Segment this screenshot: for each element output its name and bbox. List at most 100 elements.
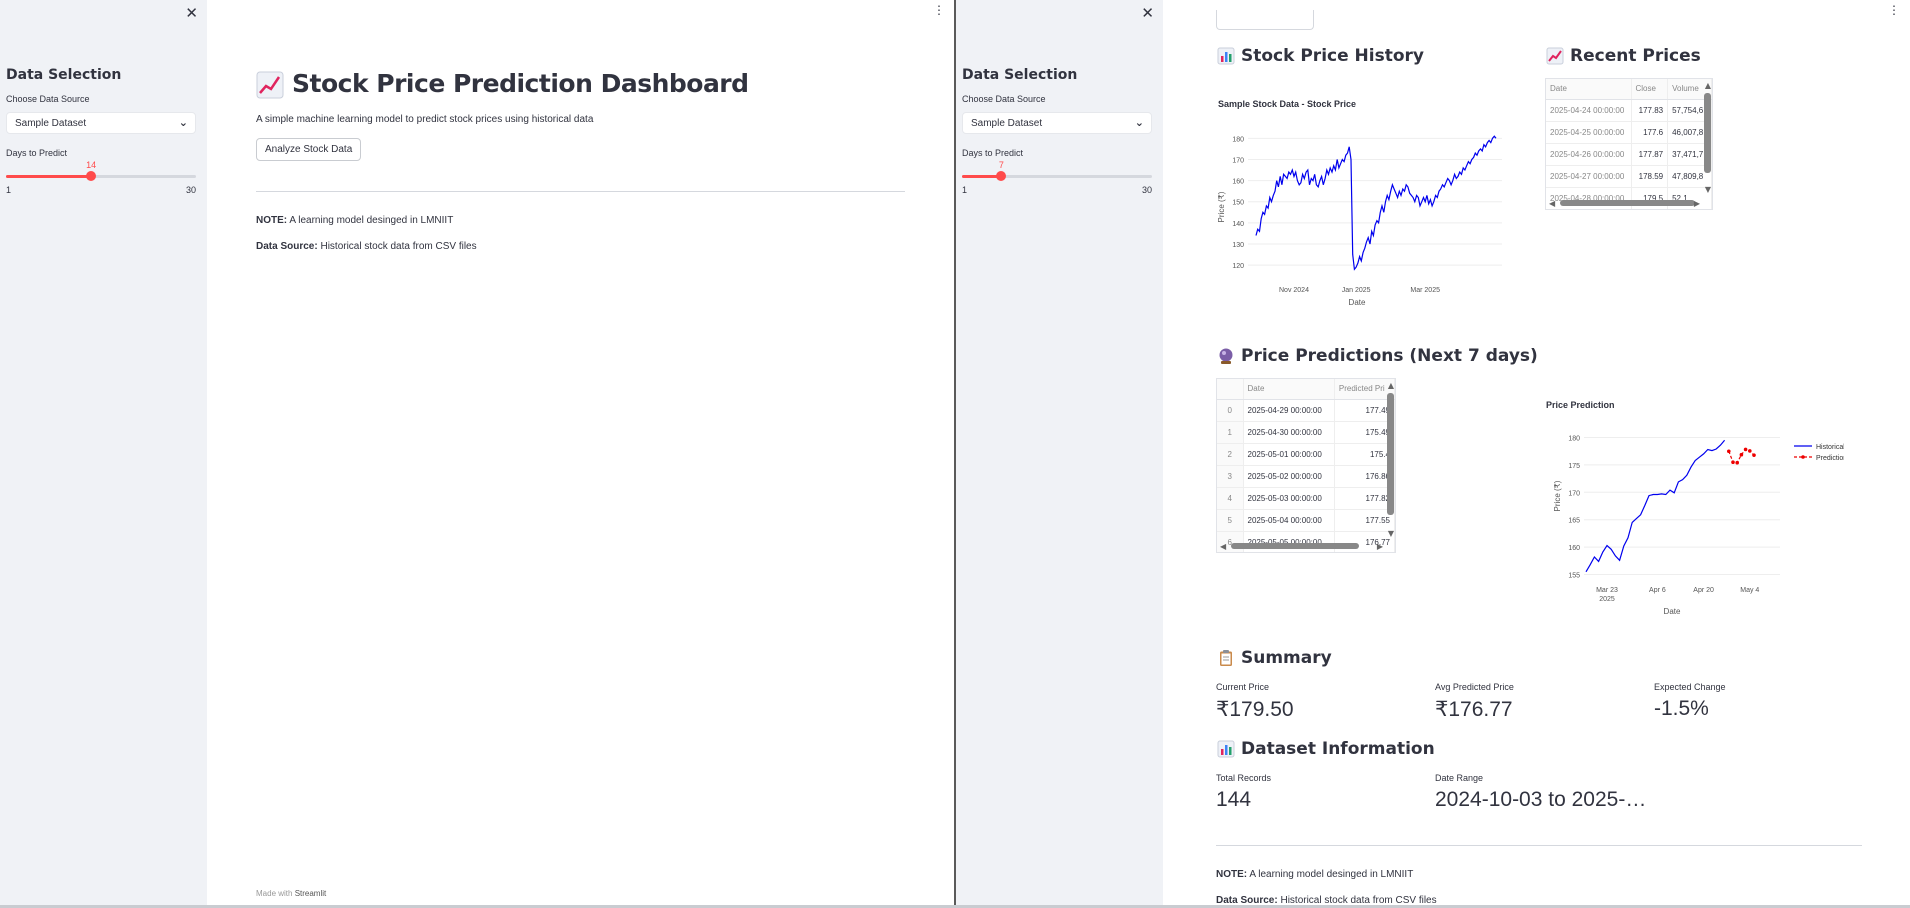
days-slider[interactable]: 14 — [6, 160, 196, 181]
table-cell: 176.86 — [1334, 465, 1395, 488]
crystal-ball-icon — [1219, 348, 1233, 364]
table-row[interactable]: 6 2025-05-05 00:00:00 176.77 — [1217, 531, 1395, 552]
data-source-text: Data Source: Historical stock data from … — [256, 241, 477, 252]
heading-text: Summary — [1241, 648, 1332, 668]
recent-prices-table[interactable]: Date Close Volume 2025-04-24 00:00:00 177.83… — [1545, 78, 1713, 210]
main-menu-icon[interactable]: ⋮ — [933, 3, 945, 17]
y-tick-label: 165 — [1568, 518, 1580, 525]
scroll-left-icon[interactable]: ◀ — [1220, 542, 1226, 551]
column-header[interactable]: Predicted Pri — [1334, 379, 1395, 400]
column-header[interactable]: Date — [1243, 379, 1335, 400]
scroll-left-icon[interactable]: ◀ — [1549, 199, 1555, 208]
table-row[interactable]: 2025-04-26 00:00:00 177.87 37,471,7 — [1546, 143, 1712, 166]
divider — [256, 191, 905, 192]
table-cell: 3 — [1217, 465, 1244, 488]
data-source-label: Choose Data Source — [962, 94, 1046, 104]
prediction-point — [1731, 460, 1735, 465]
table-cell: 177.49 — [1334, 399, 1395, 422]
days-slider[interactable]: 7 — [962, 160, 1152, 181]
y-tick-label: 150 — [1232, 200, 1244, 207]
scroll-right-icon[interactable]: ▶ — [1694, 199, 1700, 208]
table-cell: 2 — [1217, 443, 1244, 466]
y-tick-label: 155 — [1568, 573, 1580, 580]
scroll-up-icon[interactable]: ▲ — [1705, 81, 1711, 90]
close-sidebar-icon[interactable]: ✕ — [1141, 4, 1154, 22]
table-cell: 177.55 — [1334, 509, 1395, 532]
table-cell: 2025-04-30 00:00:00 — [1243, 421, 1335, 444]
table-cell: 2025-04-26 00:00:00 — [1546, 143, 1632, 166]
total-records-value: 144 — [1216, 788, 1252, 811]
data-source-select[interactable]: Sample Dataset ⌄ — [962, 112, 1152, 134]
scroll-down-icon[interactable]: ▼ — [1388, 529, 1394, 538]
table-cell: 2025-04-24 00:00:00 — [1546, 99, 1632, 122]
column-header[interactable] — [1217, 379, 1244, 400]
slider-min-label: 1 — [962, 185, 968, 195]
table-row[interactable]: 2025-04-27 00:00:00 178.59 47,809,8 — [1546, 165, 1712, 188]
summary-heading: Summary — [1217, 648, 1332, 668]
expected-change-value: -1.5% — [1654, 697, 1709, 720]
scroll-right-icon[interactable]: ▶ — [1377, 542, 1383, 551]
x-tick-label: May 4 — [1740, 587, 1759, 594]
table-row[interactable]: 5 2025-05-04 00:00:00 177.55 — [1217, 509, 1395, 532]
data-source-select[interactable]: Sample Dataset ⌄ — [6, 112, 196, 134]
slider-fill — [6, 175, 92, 178]
dataset-information-heading: Dataset Information — [1217, 739, 1435, 759]
table-cell: 2025-05-05 00:00:00 — [1243, 531, 1335, 552]
note-text: NOTE: A learning model desinged in LMNII… — [256, 215, 453, 226]
prediction-point — [1743, 447, 1748, 452]
table-row[interactable]: 3 2025-05-02 00:00:00 176.86 — [1217, 465, 1395, 488]
y-tick-label: 160 — [1568, 545, 1580, 552]
y-tick-label: 130 — [1232, 242, 1244, 249]
sidebar: ✕ Data Selection Choose Data Source Samp… — [0, 0, 207, 908]
prediction-point — [1727, 449, 1731, 454]
horizontal-scrollbar[interactable] — [1231, 543, 1359, 549]
x-tick-label: Nov 2024 — [1279, 287, 1309, 294]
slider-thumb[interactable] — [996, 171, 1007, 181]
y-tick-label: 160 — [1232, 179, 1244, 186]
table-cell: 2025-05-04 00:00:00 — [1243, 509, 1335, 532]
heading-text: Dataset Information — [1241, 739, 1435, 759]
scroll-up-icon[interactable]: ▲ — [1388, 381, 1394, 390]
page-title-text: Stock Price Prediction Dashboard — [292, 69, 749, 98]
vertical-scrollbar[interactable] — [1387, 393, 1394, 515]
slider-thumb[interactable] — [86, 171, 97, 181]
main-menu-icon[interactable]: ⋮ — [1888, 3, 1900, 17]
legend-historical-label: Historical — [1816, 444, 1844, 451]
table-row[interactable]: 2025-04-25 00:00:00 177.6 46,007,8 — [1546, 121, 1712, 144]
current-price-value: ₹179.50 — [1216, 698, 1294, 721]
table-row[interactable]: 4 2025-05-03 00:00:00 177.82 — [1217, 487, 1395, 510]
bar-chart-icon — [1217, 740, 1235, 758]
table-row[interactable]: 0 2025-04-29 00:00:00 177.49 — [1217, 399, 1395, 422]
price-predictions-heading: Price Predictions (Next 7 days) — [1217, 346, 1538, 366]
x-axis-label: Date — [1664, 607, 1681, 616]
table-cell: 2025-05-03 00:00:00 — [1243, 487, 1335, 510]
price-predictions-table[interactable]: Date Predicted Pri 0 2025-04-29 00:00:00 177… — [1216, 378, 1396, 553]
table-cell: 177.82 — [1334, 487, 1395, 510]
column-header[interactable]: Date — [1546, 79, 1632, 100]
note-text: NOTE: A learning model desinged in LMNII… — [1216, 869, 1413, 880]
table-row[interactable]: 2025-04-24 00:00:00 177.83 57,754,6 — [1546, 99, 1712, 122]
sidebar-title: Data Selection — [6, 67, 122, 83]
price-prediction-chart[interactable]: 155 160 165 170 175 180 Mar 23 2025 Apr 6 Apr 20 M… — [1544, 428, 1844, 620]
table-row[interactable]: 1 2025-04-30 00:00:00 175.49 — [1217, 421, 1395, 444]
stock-price-history-chart[interactable]: 120 130 140 150 160 170 180 Nov 2024 Jan 2025 Mar… — [1216, 128, 1506, 310]
date-range-value: 2024-10-03 to 2025-… — [1435, 788, 1647, 811]
horizontal-scrollbar[interactable] — [1560, 200, 1695, 206]
avg-predicted-price-value: ₹176.77 — [1435, 698, 1513, 721]
slider-value: 14 — [86, 160, 97, 170]
chevron-down-icon: ⌄ — [178, 116, 188, 129]
legend-predictions-marker — [1801, 455, 1805, 459]
y-tick-label: 170 — [1232, 157, 1244, 164]
analyze-stock-data-button[interactable]: Analyze Stock Data — [256, 138, 362, 161]
price-series-line — [1255, 135, 1497, 271]
footer-prefix: Made with — [256, 889, 295, 898]
close-sidebar-icon[interactable]: ✕ — [185, 4, 198, 22]
table-row[interactable]: 2 2025-05-01 00:00:00 175.4 — [1217, 443, 1395, 466]
scroll-down-icon[interactable]: ▼ — [1705, 185, 1711, 194]
vertical-scrollbar[interactable] — [1704, 93, 1711, 173]
analyze-button-partial[interactable] — [1216, 10, 1314, 30]
sidebar-title: Data Selection — [962, 67, 1078, 83]
table-cell: 177.6 — [1631, 121, 1669, 144]
column-header[interactable]: Close — [1631, 79, 1669, 100]
streamlit-link[interactable]: Streamlit — [295, 889, 327, 898]
